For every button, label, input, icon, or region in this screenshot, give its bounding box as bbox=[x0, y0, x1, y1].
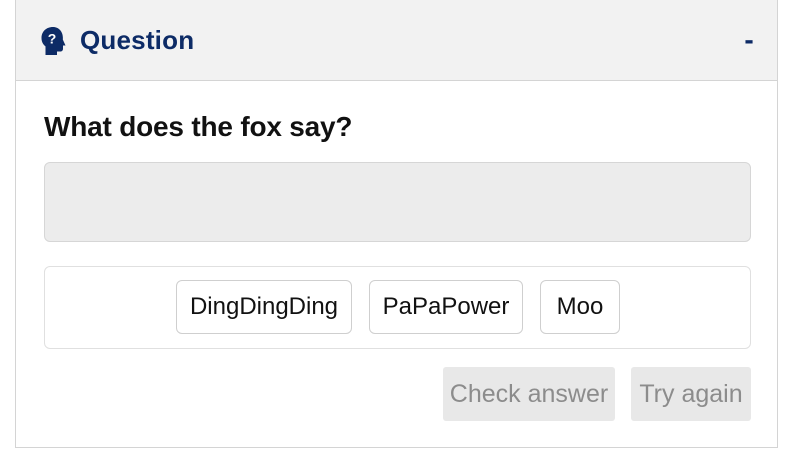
collapse-button[interactable]: - bbox=[737, 24, 761, 56]
word-option-dingdingding[interactable]: DingDingDing bbox=[176, 280, 352, 334]
svg-text:?: ? bbox=[48, 31, 57, 47]
try-again-button[interactable]: Try again bbox=[631, 367, 751, 421]
panel-title: Question bbox=[80, 25, 195, 55]
question-panel: ? Question - What does the fox say? Ding… bbox=[15, 0, 778, 448]
check-answer-button[interactable]: Check answer bbox=[443, 367, 615, 421]
answer-drop-zone[interactable] bbox=[44, 162, 751, 242]
word-option-moo[interactable]: Moo bbox=[540, 280, 620, 334]
panel-header: ? Question - bbox=[16, 0, 777, 81]
word-option-papapower[interactable]: PaPaPower bbox=[369, 280, 523, 334]
head-question-icon: ? bbox=[40, 26, 66, 56]
question-text: What does the fox say? bbox=[44, 111, 353, 142]
